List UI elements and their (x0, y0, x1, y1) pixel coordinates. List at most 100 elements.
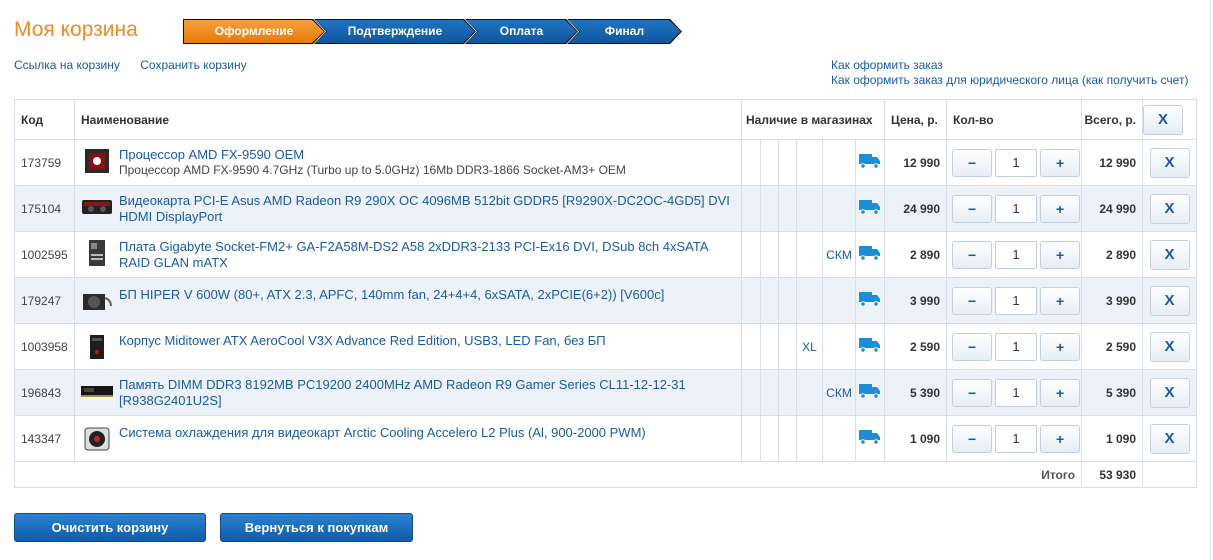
unit-price: 2 590 (884, 323, 948, 370)
total-empty-cell (1142, 461, 1198, 488)
decrease-quantity-button[interactable]: − (952, 332, 993, 361)
product-code: 1003958 (14, 323, 75, 370)
total-value: 53 930 (1081, 461, 1144, 488)
product-link[interactable]: Процессор AMD FX-9590 OEM (119, 147, 304, 162)
delivery-truck-icon (859, 292, 881, 310)
quantity-input[interactable] (995, 424, 1038, 453)
row-total: 24 990 (1081, 185, 1144, 232)
store-cell-xl (796, 369, 823, 416)
decrease-quantity-button[interactable]: − (952, 286, 993, 315)
product-code: 173759 (14, 139, 75, 186)
remove-all-button[interactable]: X (1143, 104, 1184, 135)
store-cell-xl (796, 415, 823, 462)
increase-quantity-button[interactable]: + (1040, 424, 1081, 453)
remove-item-button[interactable]: X (1149, 193, 1190, 224)
ram-thumbnail[interactable] (81, 378, 113, 404)
store-cell (760, 231, 779, 278)
quantity-input[interactable] (995, 332, 1038, 361)
how-to-order-link[interactable]: Как оформить заказ (831, 58, 1188, 73)
decrease-quantity-button[interactable]: − (952, 240, 993, 269)
product-code: 1002595 (14, 231, 75, 278)
product-code: 196843 (14, 369, 75, 416)
quantity-cell: −+ (946, 139, 1083, 186)
store-cell-skm (822, 185, 856, 232)
store-cell (741, 323, 761, 370)
delivery-truck-icon (859, 384, 881, 402)
store-cell-skm: СКМ (822, 369, 856, 416)
how-to-order-legal-link[interactable]: Как оформить заказ для юридического лица… (831, 73, 1188, 88)
table-row: 173759 Процессор AMD FX-9590 OEM Процессор… (14, 139, 1198, 186)
store-cell (760, 369, 779, 416)
product-link[interactable]: Плата Gigabyte Socket-FM2+ GA-F2A58M-DS2… (119, 239, 708, 270)
delivery-cell (854, 415, 886, 462)
store-cell (741, 369, 761, 416)
header-name: Наименование (74, 99, 742, 140)
remove-item-button[interactable]: X (1149, 423, 1190, 454)
case-thumbnail[interactable] (81, 334, 113, 360)
delivery-truck-icon (859, 338, 881, 356)
decrease-quantity-button[interactable]: − (952, 148, 993, 177)
remove-cell: X (1142, 369, 1198, 416)
gpu-thumbnail[interactable] (81, 194, 113, 220)
increase-quantity-button[interactable]: + (1040, 378, 1081, 407)
product-link[interactable]: Система охлаждения для видеокарт Arctic … (119, 425, 646, 440)
cart-link[interactable]: Ссылка на корзину (14, 58, 120, 72)
row-total: 1 090 (1081, 415, 1144, 462)
product-link[interactable]: БП HIPER V 600W (80+, ATX 2.3, APFC, 140… (119, 287, 664, 302)
delivery-truck-icon (859, 246, 881, 264)
remove-cell: X (1142, 415, 1198, 462)
store-cell-skm: СКМ (822, 231, 856, 278)
cpu-thumbnail[interactable] (81, 148, 113, 174)
psu-thumbnail[interactable] (81, 288, 113, 314)
decrease-quantity-button[interactable]: − (952, 424, 993, 453)
table-row: 179247 БП HIPER V 600W (80+, ATX 2.3, APF… (14, 277, 1198, 324)
clear-cart-button[interactable]: Очистить корзину (14, 513, 206, 542)
quantity-cell: −+ (946, 323, 1083, 370)
step-payment: Оплата (465, 19, 578, 44)
remove-item-button[interactable]: X (1149, 331, 1190, 362)
remove-cell: X (1142, 185, 1198, 232)
back-to-shopping-button[interactable]: Вернуться к покупкам (220, 513, 413, 542)
increase-quantity-button[interactable]: + (1040, 240, 1081, 269)
increase-quantity-button[interactable]: + (1040, 148, 1081, 177)
step-checkout: Оформление (183, 19, 325, 44)
unit-price: 3 990 (884, 277, 948, 324)
store-cell (778, 185, 797, 232)
cooler-thumbnail[interactable] (81, 426, 113, 452)
header-price: Цена, р. (884, 99, 948, 140)
decrease-quantity-button[interactable]: − (952, 378, 993, 407)
header-stores: Наличие в магазинах (740, 99, 886, 140)
store-cell (778, 277, 797, 324)
remove-item-button[interactable]: X (1149, 147, 1190, 178)
quantity-input[interactable] (995, 378, 1038, 407)
remove-item-button[interactable]: X (1149, 377, 1190, 408)
store-cell (778, 231, 797, 278)
unit-price: 24 990 (884, 185, 948, 232)
header-total: Всего, р. (1081, 99, 1144, 140)
remove-item-button[interactable]: X (1149, 239, 1190, 270)
row-total: 5 390 (1081, 369, 1144, 416)
increase-quantity-button[interactable]: + (1040, 194, 1081, 223)
product-name-cell: БП HIPER V 600W (80+, ATX 2.3, APFC, 140… (74, 277, 742, 324)
unit-price: 1 090 (884, 415, 948, 462)
save-cart-link[interactable]: Сохранить корзину (140, 58, 246, 72)
store-cell (778, 369, 797, 416)
product-link[interactable]: Память DIMM DDR3 8192MB PC19200 2400MHz … (119, 377, 686, 408)
increase-quantity-button[interactable]: + (1040, 286, 1081, 315)
product-link[interactable]: Корпус Miditower ATX AeroCool V3X Advanc… (119, 333, 606, 348)
quantity-input[interactable] (995, 286, 1038, 315)
product-link[interactable]: Видеокарта PCI-E Asus AMD Radeon R9 290X… (119, 193, 730, 224)
remove-item-button[interactable]: X (1149, 285, 1190, 316)
store-cell (778, 415, 797, 462)
row-total: 2 590 (1081, 323, 1144, 370)
store-cell-skm (822, 277, 856, 324)
increase-quantity-button[interactable]: + (1040, 332, 1081, 361)
quantity-input[interactable] (995, 194, 1038, 223)
quantity-input[interactable] (995, 240, 1038, 269)
table-row: 143347 Система охлаждения для видеокарт A… (14, 415, 1198, 462)
delivery-cell (854, 231, 886, 278)
quantity-cell: −+ (946, 369, 1083, 416)
decrease-quantity-button[interactable]: − (952, 194, 993, 223)
motherboard-thumbnail[interactable] (81, 239, 113, 266)
quantity-input[interactable] (995, 148, 1038, 177)
